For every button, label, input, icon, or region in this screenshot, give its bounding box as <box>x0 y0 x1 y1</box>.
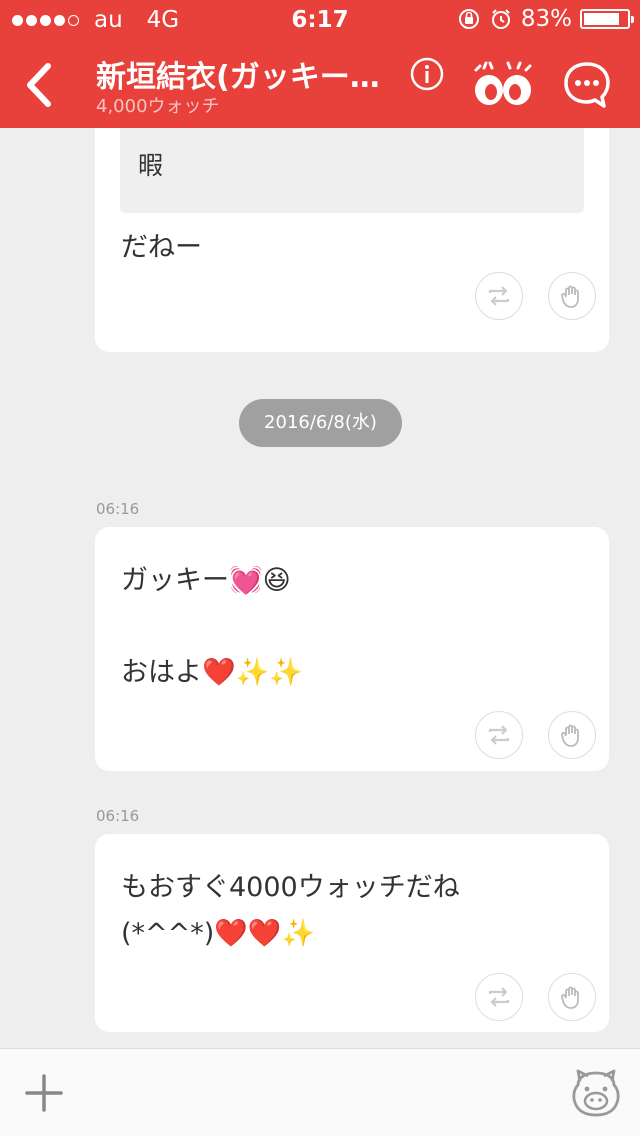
repost-button[interactable] <box>475 973 523 1021</box>
clap-button[interactable] <box>548 272 596 320</box>
back-chevron-icon <box>27 63 51 107</box>
status-bar: au 4G 6:17 83% <box>0 0 640 40</box>
watch-button[interactable] <box>470 60 536 110</box>
quoted-message-text: 暇 <box>138 151 164 180</box>
post-timestamp: 06:16 <box>96 807 140 825</box>
clap-button[interactable] <box>548 711 596 759</box>
repost-icon <box>488 987 510 1007</box>
plus-icon <box>25 1074 63 1112</box>
app-header: au 4G 6:17 83% 新垣結衣(ガッキー… 4,000ウォッチ <box>0 0 640 128</box>
post-timestamp: 06:16 <box>96 500 140 518</box>
clap-hand-icon <box>561 986 579 1009</box>
chat-bubble-icon <box>564 62 610 108</box>
back-button[interactable] <box>18 60 62 110</box>
message-text: だねー <box>121 232 202 263</box>
stamp-button[interactable] <box>570 1067 622 1119</box>
repost-icon <box>488 725 510 745</box>
watch-count: 4,000ウォッチ <box>96 96 220 117</box>
composer-bar <box>0 1048 640 1136</box>
page-title: 新垣結衣(ガッキー… <box>96 60 380 95</box>
battery-icon <box>580 9 634 29</box>
quoted-message[interactable]: 暇 <box>120 128 584 213</box>
date-divider: 2016/6/8(水) <box>239 399 402 447</box>
add-button[interactable] <box>24 1073 64 1113</box>
message-card: もおすぐ4000ウォッチだね (*^^*)❤️❤️✨ <box>95 834 609 1032</box>
rotation-lock-icon <box>458 9 479 29</box>
repost-icon <box>488 286 510 306</box>
battery-level-fill <box>584 13 619 25</box>
message-text: もおすぐ4000ウォッチだね (*^^*)❤️❤️✨ <box>121 872 460 949</box>
chat-menu-button[interactable] <box>562 60 612 110</box>
repost-button[interactable] <box>475 272 523 320</box>
clap-hand-icon <box>561 285 579 308</box>
info-icon <box>410 57 444 91</box>
message-text: ガッキー💓😆 おはよ❤️✨✨ <box>121 565 303 688</box>
repost-button[interactable] <box>475 711 523 759</box>
alarm-icon <box>491 9 510 29</box>
clap-button[interactable] <box>548 973 596 1021</box>
info-button[interactable] <box>409 56 445 92</box>
battery-percent: 83% <box>520 6 572 32</box>
message-card: 暇 だねー <box>95 128 609 352</box>
watch-eyes-icon <box>474 61 532 105</box>
message-card: ガッキー💓😆 おはよ❤️✨✨ <box>95 527 609 771</box>
battery-cap <box>631 16 634 23</box>
clap-hand-icon <box>561 724 579 747</box>
stamp-bear-icon <box>572 1069 620 1117</box>
message-feed[interactable]: 暇 だねー 2016/6/8(水) 06:16 ガッキー💓😆 おはよ❤️✨✨ 0… <box>0 128 640 1048</box>
status-right: 83% <box>457 6 634 32</box>
